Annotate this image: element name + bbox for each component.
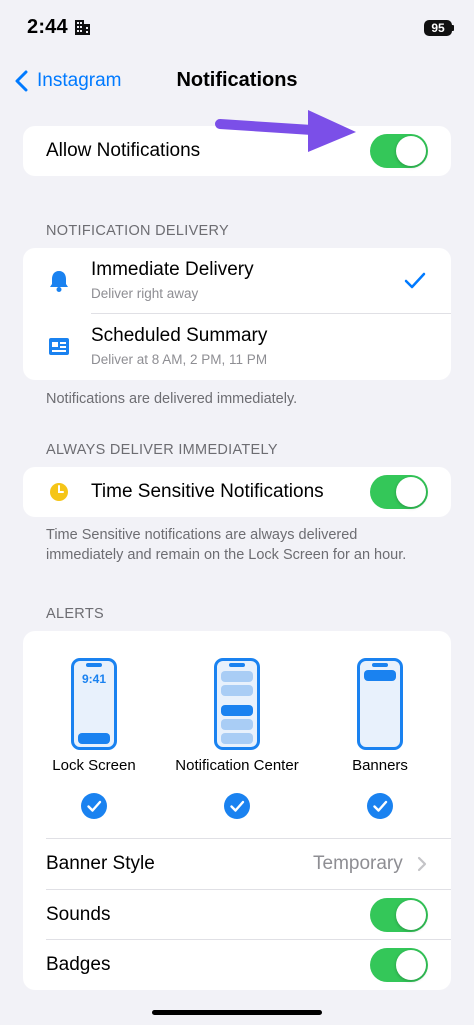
delivery-option-scheduled[interactable]: Scheduled Summary Deliver at 8 AM, 2 PM,… xyxy=(23,314,451,380)
banners-checkbox[interactable] xyxy=(367,793,393,819)
checkmark-icon xyxy=(373,800,388,812)
annotation-arrow-icon xyxy=(215,110,356,152)
status-bar: 2:44 95 xyxy=(0,0,474,56)
time-sensitive-group: Time Sensitive Notifications xyxy=(23,467,451,517)
sounds-toggle[interactable] xyxy=(370,898,428,932)
banner-style-label: Banner Style xyxy=(46,853,155,874)
notification-bar xyxy=(221,733,253,744)
notification-bar xyxy=(364,670,396,681)
page-title: Notifications xyxy=(176,69,298,91)
alert-option-label: Lock Screen xyxy=(52,757,136,774)
delivery-subtitle: Deliver right away xyxy=(91,286,199,301)
badges-toggle[interactable] xyxy=(370,948,428,982)
delivery-footer: Notifications are delivered immediately. xyxy=(46,391,298,407)
delivery-title: Immediate Delivery xyxy=(91,259,254,280)
sounds-row: Sounds xyxy=(23,890,451,940)
section-header-always: ALWAYS DELIVER IMMEDIATELY xyxy=(46,442,278,458)
delivery-title: Scheduled Summary xyxy=(91,325,268,346)
toggle-knob xyxy=(396,477,426,507)
delivery-option-immediate[interactable]: Immediate Delivery Deliver right away xyxy=(23,248,451,314)
navigation-bar: Instagram Notifications xyxy=(0,60,474,104)
time-sensitive-footer: Time Sensitive notifications are always … xyxy=(46,527,407,563)
badges-row: Badges xyxy=(23,940,451,990)
battery-tip xyxy=(452,25,454,31)
allow-notifications-toggle[interactable] xyxy=(370,134,428,168)
notification-bar xyxy=(221,705,253,716)
checkmark-icon xyxy=(404,272,426,289)
notification-bar xyxy=(78,733,110,744)
banner-style-row[interactable]: Banner Style Temporary xyxy=(23,839,451,889)
allow-notifications-label: Allow Notifications xyxy=(46,140,201,161)
notification-center-preview xyxy=(214,658,260,750)
bell-icon xyxy=(50,271,68,292)
delivery-group: Immediate Delivery Deliver right away Sc… xyxy=(23,248,451,380)
banner-style-value: Temporary xyxy=(313,853,403,874)
section-header-delivery: NOTIFICATION DELIVERY xyxy=(46,223,230,239)
notification-bar xyxy=(221,719,253,730)
checkmark-icon xyxy=(230,800,245,812)
section-header-alerts: ALERTS xyxy=(46,606,104,622)
lock-screen-preview: 9:41 xyxy=(71,658,117,750)
toggle-knob xyxy=(396,950,426,980)
alert-option-label: Notification Center xyxy=(175,757,299,774)
phone-notch xyxy=(86,663,102,667)
home-indicator xyxy=(152,1010,322,1015)
badges-label: Badges xyxy=(46,954,111,975)
toggle-knob xyxy=(396,136,426,166)
banners-preview xyxy=(357,658,403,750)
sounds-label: Sounds xyxy=(46,904,111,925)
status-time: 2:44 xyxy=(27,16,68,38)
alert-option-label: Banners xyxy=(352,757,408,774)
toggle-knob xyxy=(396,900,426,930)
notification-bar xyxy=(221,685,253,696)
phone-notch xyxy=(229,663,245,667)
battery-indicator: 95 xyxy=(424,20,452,36)
time-sensitive-label: Time Sensitive Notifications xyxy=(91,481,324,502)
notification-center-checkbox[interactable] xyxy=(224,793,250,819)
lock-screen-time: 9:41 xyxy=(81,672,107,686)
lock-screen-checkbox[interactable] xyxy=(81,793,107,819)
building-icon xyxy=(75,20,90,35)
phone-notch xyxy=(372,663,388,667)
delivery-subtitle: Deliver at 8 AM, 2 PM, 11 PM xyxy=(91,352,268,367)
clock-icon xyxy=(50,483,68,501)
checkmark-icon xyxy=(87,800,102,812)
notification-bar xyxy=(221,671,253,682)
alerts-group: 9:41 Lock Screen Notification Center Ban… xyxy=(23,631,451,990)
newspaper-icon xyxy=(49,338,69,355)
time-sensitive-row: Time Sensitive Notifications xyxy=(23,467,451,517)
time-sensitive-toggle[interactable] xyxy=(370,475,428,509)
chevron-right-icon xyxy=(417,856,427,872)
